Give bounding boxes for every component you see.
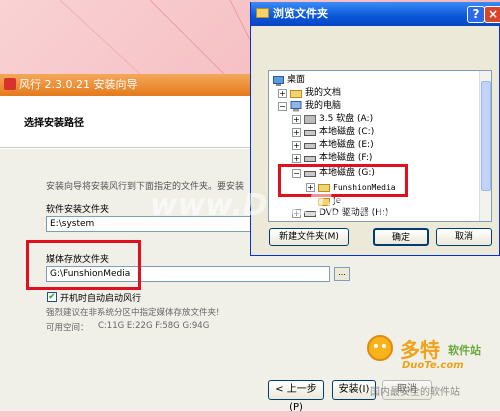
autostart-label: 开机时自动启动风行 [60,294,142,304]
space-label: 可用空间： [46,323,89,333]
bottom-watermark: 国内最安全的软件站 [370,387,460,398]
brand-logo-icon [367,335,393,361]
computer-icon [290,101,302,112]
expand-icon[interactable]: + [292,154,301,163]
collapse-icon[interactable]: − [278,102,287,111]
installer-title: 风行 2.3.0.21 安装向导 [19,78,138,91]
expand-icon[interactable]: + [292,115,301,124]
expand-icon[interactable]: + [278,89,287,98]
dialog-titlebar: 浏览文件夹 ? × [251,2,500,26]
back-button[interactable]: < 上一步(P) [268,380,324,413]
folder-icon [256,8,269,18]
expand-icon[interactable]: + [292,141,301,150]
disk-icon [304,130,316,136]
desktop-icon [273,76,284,86]
help-button[interactable]: ? [467,6,485,23]
scroll-thumb[interactable] [481,81,491,191]
autostart-checkbox[interactable]: ✔ [47,292,57,302]
disk-icon [304,143,316,149]
new-folder-button[interactable]: 新建文件夹(M) [269,228,349,246]
media-browse-button[interactable]: ... [334,267,350,281]
folder-icon [290,90,302,98]
ok-button[interactable]: 确定 [373,228,429,246]
floppy-icon [304,115,316,124]
advice-text: 强烈建议在非系统分区中指定媒体存放文件夹! [46,308,220,318]
app-logo-icon [4,78,16,90]
page-title: 选择安装路径 [24,118,84,129]
software-folder-label: 软件安装文件夹 [46,205,110,215]
close-button[interactable]: × [484,6,500,23]
disk-icon [304,156,316,162]
dialog-cancel-button[interactable]: 取消 [436,228,492,246]
highlight-media-folder [26,240,141,290]
tree-vertical-scrollbar[interactable] [479,71,491,221]
watermark-center: www.DuoTe.com [150,188,428,223]
expand-icon[interactable]: + [292,128,301,137]
space-values: C:11G E:22G F:58G G:94G [98,321,210,331]
dialog-title: 浏览文件夹 [273,7,328,20]
